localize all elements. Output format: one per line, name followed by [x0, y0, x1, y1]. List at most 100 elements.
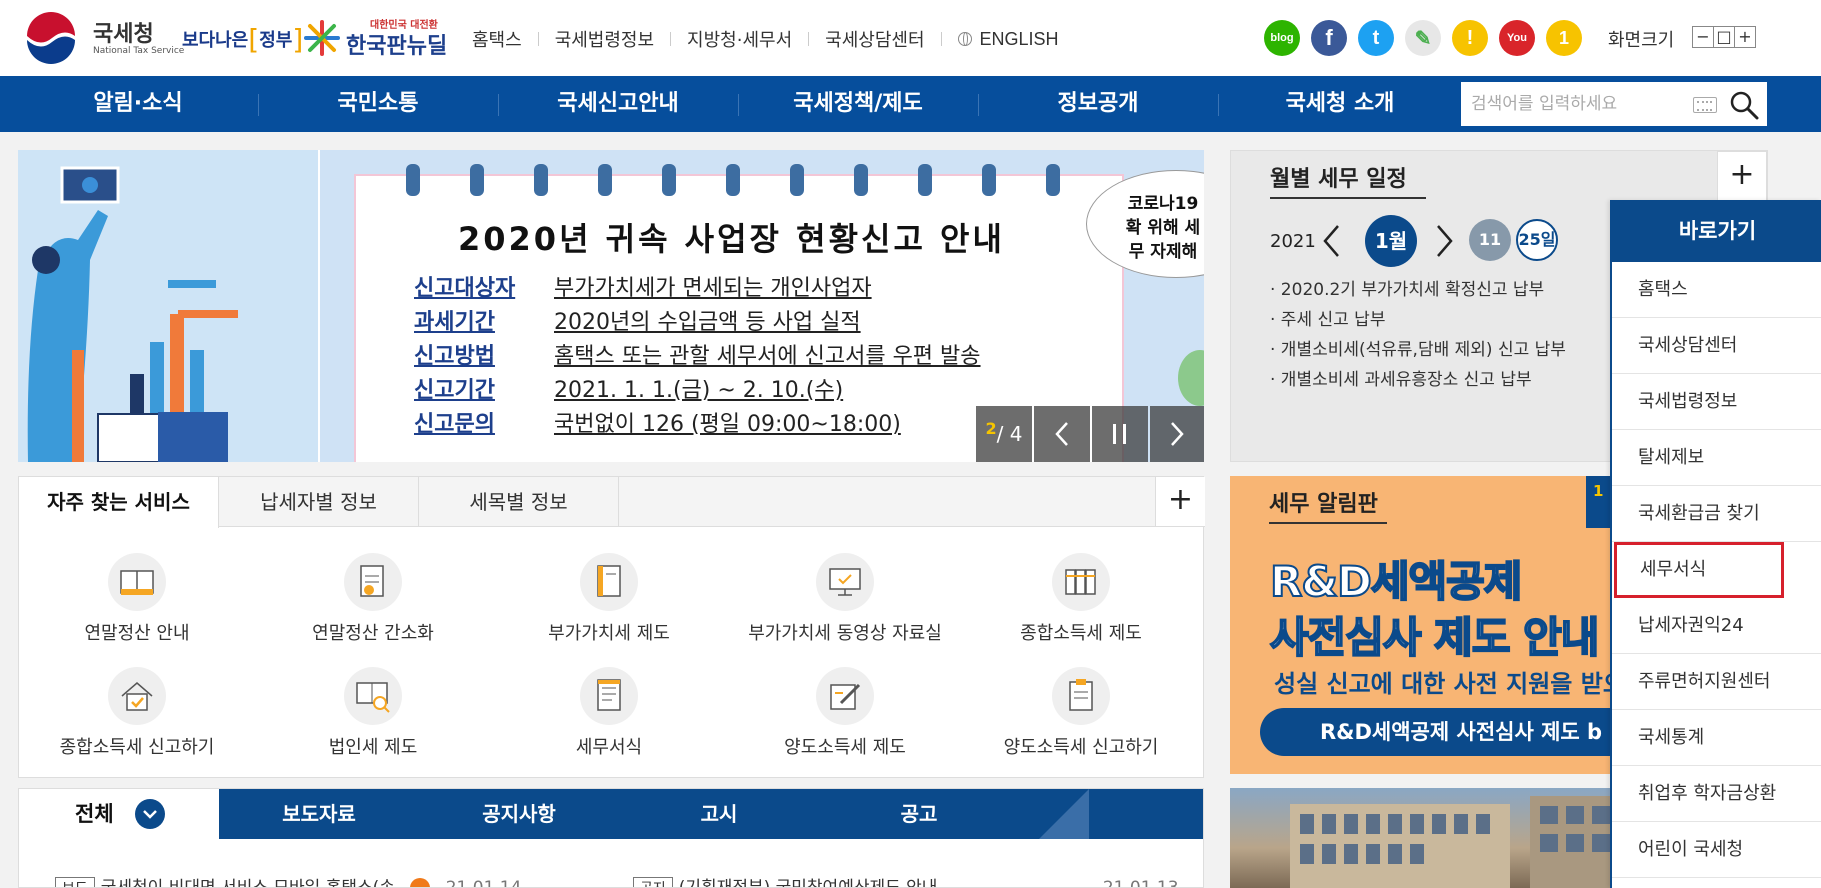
new-deal-logo[interactable]: 한국판뉴딜 — [346, 28, 447, 60]
search-box — [1461, 82, 1767, 126]
search-input[interactable] — [1471, 90, 1681, 118]
speech-bubble-text: 코로나19 확 위해 세무 자제해 — [1125, 194, 1201, 262]
news-panel: 전체 보도자료 공지사항 고시 공고 보도국세청이 비대면 서비스 모바일 홈택… — [18, 788, 1204, 888]
logo2-main: 보다나은 — [182, 30, 249, 51]
nav-item-news[interactable]: 알림·소식 — [20, 76, 256, 132]
quick-link-law[interactable]: 국세법령정보 — [1612, 374, 1821, 430]
pause-icon — [1113, 424, 1126, 444]
news-tabbar: 보도자료 공지사항 고시 공고 — [219, 789, 1203, 839]
quick-link-statistics[interactable]: 국세통계 — [1612, 710, 1821, 766]
tab-notices[interactable]: 공지사항 — [419, 789, 619, 839]
keyboard-icon[interactable] — [1693, 97, 1717, 113]
document-check-icon — [360, 565, 384, 597]
current-month: 1월 — [1365, 215, 1417, 267]
quick-link-tax-forms[interactable]: 세무서식 — [1614, 542, 1784, 598]
quick-link-kids[interactable]: 어린이 국세청 — [1612, 822, 1821, 878]
zoom-reset-button[interactable]: □ — [1713, 26, 1735, 48]
list-item[interactable]: · 주세 신고 납부 — [1270, 305, 1566, 335]
nav-item-policy[interactable]: 국세정책/제도 — [740, 76, 976, 132]
top-link-law[interactable]: 국세법령정보 — [555, 26, 654, 52]
chevron-down-icon[interactable] — [135, 799, 165, 829]
screen-size-label: 화면크기 — [1608, 30, 1675, 51]
blog-icon[interactable]: blog — [1264, 20, 1300, 56]
pen-icon[interactable]: ✎ — [1405, 20, 1441, 56]
globe-icon — [957, 32, 972, 46]
chevron-left-icon — [1055, 422, 1068, 446]
top-utility-bar: 국세청 National Tax Service 보다나은[정부] 대한민국 대… — [0, 0, 1821, 76]
kakao-icon[interactable]: ! — [1452, 20, 1488, 56]
top-link-hometax[interactable]: 홈택스 — [472, 26, 522, 52]
logo-title[interactable]: 국세청 — [93, 16, 154, 48]
book-search-icon — [356, 682, 390, 713]
schedule-year: 2021 — [1270, 231, 1316, 252]
month-prev-icon[interactable] — [1321, 223, 1341, 259]
banner-title: 2020년 귀속 사업장 현황신고 안내 — [458, 220, 1005, 258]
logo-subtitle: National Tax Service — [93, 46, 185, 56]
binders-icon — [1065, 569, 1096, 595]
news-row[interactable]: 공지(기획재정부) 국민참여예산제도 안내 21.01.13 — [633, 873, 1179, 887]
nav-item-communication[interactable]: 국민소통 — [260, 76, 496, 132]
quick-link-student-loan[interactable]: 취업후 학자금상환 — [1612, 766, 1821, 822]
form-document-icon — [597, 679, 621, 711]
youtube-icon[interactable]: You — [1499, 20, 1535, 56]
news-row[interactable]: 보도국세청이 비대면 서비스 모바일 홈택스(손 21.01.14 — [55, 873, 521, 887]
tab-all[interactable]: 전체 — [19, 789, 219, 839]
screen-size-controls: − □ + — [1692, 26, 1756, 48]
search-icon[interactable] — [1729, 90, 1759, 120]
tab-frequent-services[interactable]: 자주 찾는 서비스 — [19, 477, 219, 528]
zoom-in-button[interactable]: + — [1734, 26, 1756, 48]
tab-announcement[interactable]: 고시 — [619, 789, 819, 839]
schedule-day-25[interactable]: 25일 — [1516, 219, 1558, 261]
list-item[interactable]: · 2020.2기 부가가치세 확정신고 납부 — [1270, 275, 1566, 305]
better-government-logo[interactable]: 보다나은[정부] — [182, 20, 303, 56]
kakaostory-icon[interactable]: 1 — [1546, 20, 1582, 56]
quick-link-liquor-license[interactable]: 주류면허지원센터 — [1612, 654, 1821, 710]
banner-pager: 2/ 4 — [976, 406, 1032, 462]
month-next-icon[interactable] — [1435, 223, 1455, 259]
notice-headline-2: 사전심사 제도 안내 — [1269, 612, 1600, 663]
nav-item-disclosure[interactable]: 정보공개 — [980, 76, 1216, 132]
schedule-more-button[interactable]: + — [1717, 151, 1767, 201]
tab-tax-item-info[interactable]: 세목별 정보 — [419, 477, 619, 527]
quick-link-counsel[interactable]: 국세상담센터 — [1612, 318, 1821, 374]
banner-pause-button[interactable] — [1092, 406, 1148, 462]
edit-document-icon — [830, 683, 861, 710]
top-link-offices[interactable]: 지방청·세무서 — [687, 26, 792, 52]
nav-item-about[interactable]: 국세청 소개 — [1220, 76, 1460, 132]
tab-press-release[interactable]: 보도자료 — [219, 789, 419, 839]
notice-headline: R&D세액공제 — [1269, 556, 1523, 607]
schedule-day-11[interactable]: 11 — [1469, 219, 1511, 261]
facebook-icon[interactable]: f — [1311, 20, 1347, 56]
quick-link-taxpayer-rights[interactable]: 납세자권익24 — [1612, 598, 1821, 654]
banner-next-button[interactable] — [1150, 406, 1204, 462]
new-deal-star-icon — [304, 20, 340, 56]
tab-taxpayer-info[interactable]: 납세자별 정보 — [219, 477, 419, 527]
top-links: 홈택스 국세법령정보 지방청·세무서 국세상담센터 ENGLISH — [472, 26, 1059, 52]
twitter-icon[interactable]: t — [1358, 20, 1394, 56]
quick-link-tax-evasion-report[interactable]: 탈세제보 — [1612, 430, 1821, 486]
frequent-services-panel: 자주 찾는 서비스 납세자별 정보 세목별 정보 + 연말정산 안내 연말정산 … — [18, 476, 1205, 778]
banner-illustration — [18, 150, 318, 462]
schedule-list: · 2020.2기 부가가치세 확정신고 납부 · 주세 신고 납부 · 개별소… — [1270, 275, 1566, 395]
list-item[interactable]: · 개별소비세(석유류,담배 제외) 신고 납부 — [1270, 335, 1566, 365]
main-banner[interactable]: 2020년 귀속 사업장 현황신고 안내 신고대상자 부가가치세가 면세되는 개인… — [18, 150, 1204, 462]
book-open-icon — [120, 570, 154, 595]
quick-link-hometax[interactable]: 홈택스 — [1612, 262, 1821, 318]
tab-public-notice[interactable]: 공고 — [819, 789, 1019, 839]
list-item[interactable]: · 개별소비세 과세유흥장소 신고 납부 — [1270, 365, 1566, 395]
top-link-english[interactable]: ENGLISH — [980, 29, 1059, 50]
house-check-icon — [121, 682, 153, 711]
nav-item-filing-guide[interactable]: 국세신고안내 — [500, 76, 736, 132]
book-icon — [597, 565, 621, 597]
top-link-counsel[interactable]: 국세상담센터 — [825, 26, 924, 52]
notice-subtitle: 성실 신고에 대한 사전 지원을 받으 — [1274, 670, 1625, 698]
quick-link-refund[interactable]: 국세환급금 찾기 — [1612, 486, 1821, 542]
services-more-button[interactable]: + — [1155, 477, 1205, 527]
services-tabs: 자주 찾는 서비스 납세자별 정보 세목별 정보 + — [19, 477, 1205, 528]
zoom-out-button[interactable]: − — [1692, 26, 1714, 48]
banner-prev-button[interactable] — [1034, 406, 1090, 462]
nts-logo-icon[interactable] — [22, 10, 80, 68]
logo2-accent: 정부 — [259, 30, 293, 51]
balloon-decoration — [1178, 350, 1204, 406]
new-badge-icon — [410, 878, 431, 887]
